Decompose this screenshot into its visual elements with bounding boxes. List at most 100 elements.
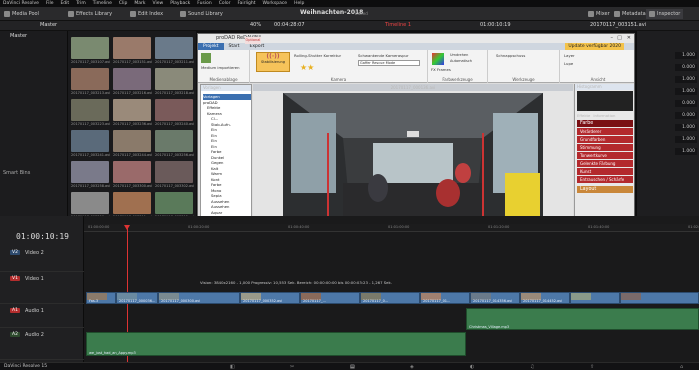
menu-color[interactable]: Color	[219, 1, 231, 6]
layout-header[interactable]: Layout	[577, 186, 633, 193]
media-thumbnail[interactable]: 20170117_003240.avi	[155, 99, 195, 129]
fairlight-page-icon[interactable]: ♫	[530, 364, 534, 370]
fx-item[interactable]: Kunst	[577, 168, 633, 175]
stabilization-button[interactable]: ((·)) Stabilisierung	[256, 52, 290, 72]
timeline-name[interactable]: Timeline 1	[385, 22, 411, 28]
audio-clip[interactable]: Christmas_Village.mp3	[466, 308, 699, 330]
smart-bins[interactable]: Smart Bins	[3, 170, 30, 176]
media-thumbnail[interactable]: 20170117_003302.avi	[155, 161, 195, 191]
mixer-button[interactable]: Mixer	[588, 9, 610, 19]
tab-effekte[interactable]: Effekte	[577, 113, 590, 118]
media-thumbnail[interactable]: 20170117_003256.avi	[155, 130, 195, 160]
video-clip[interactable]: 20170117_0...	[360, 292, 420, 304]
color-page-icon[interactable]: ◐	[470, 364, 474, 370]
media-thumbnail[interactable]: 20170117_003244.avi	[113, 130, 153, 160]
menu-timeline[interactable]: Timeline	[93, 1, 112, 6]
menu-fusion[interactable]: Fusion	[197, 1, 211, 6]
import-icon[interactable]	[201, 53, 211, 63]
media-thumbnail[interactable]: 20170117_003300.avi	[113, 161, 153, 191]
media-thumbnail[interactable]: 20170117_003216.avi	[113, 68, 153, 98]
inspector-value-field[interactable]: 0.000	[675, 111, 697, 119]
media-pool-button[interactable]: Media Pool	[4, 9, 39, 19]
media-thumbnail[interactable]: 20170117_003211.avi	[155, 37, 195, 67]
auto-button[interactable]: Automatisch	[450, 59, 472, 63]
fx-item[interactable]: Grundfarben	[577, 136, 633, 143]
menu-file[interactable]: File	[46, 1, 54, 6]
inspector-value-field[interactable]: 1.000	[675, 51, 697, 59]
fx-item[interactable]: Tonwertkurve	[577, 152, 633, 159]
timeline-ruler[interactable]: 01:00:00:00 01:00:20:00 01:00:40:00 01:01:0…	[84, 224, 699, 232]
layer-button[interactable]: Layer	[564, 53, 575, 58]
deliver-page-icon[interactable]: ⇪	[590, 364, 594, 370]
menu-view[interactable]: View	[153, 1, 164, 6]
menu-playback[interactable]: Playback	[170, 1, 190, 6]
minimize-icon[interactable]: –	[611, 34, 614, 43]
inspector-value-field[interactable]: 1.000	[675, 147, 697, 155]
media-thumbnail[interactable]: 20170117_003241.avi	[71, 130, 111, 160]
tab-export[interactable]: Export Optional	[244, 37, 270, 50]
master-bin[interactable]: Master	[10, 33, 27, 39]
inspector-value-field[interactable]: 0.000	[675, 63, 697, 71]
fusion-page-icon[interactable]: ◈	[410, 364, 414, 370]
snapshot-button[interactable]: Schnappschuss	[496, 53, 525, 58]
track-header[interactable]: V1 Video 1	[0, 274, 84, 304]
media-thumbnail[interactable]: 20170117_003223.avi	[71, 99, 111, 129]
edit-page-icon[interactable]: ▤	[350, 364, 355, 370]
track-header[interactable]: A2 Audio 2	[0, 330, 84, 360]
cut-page-icon[interactable]: ✂	[290, 364, 294, 370]
update-button[interactable]: Update verfügbar 2020	[565, 43, 624, 50]
menu-mark[interactable]: Mark	[134, 1, 145, 6]
menu-trim[interactable]: Trim	[76, 1, 86, 6]
inspector-value-field[interactable]: 1.000	[675, 87, 697, 95]
star-icon[interactable]: ★★	[300, 63, 314, 72]
media-thumbnail[interactable]: 20170117_003236.avi	[113, 99, 153, 129]
import-button[interactable]: Medium importieren	[201, 65, 240, 70]
media-thumbnail[interactable]: 20170117_003218.avi	[155, 68, 195, 98]
maximize-icon[interactable]: □	[617, 34, 622, 43]
fx-header[interactable]: Farbe	[577, 120, 633, 127]
effects-library-button[interactable]: Effects Library	[68, 9, 112, 19]
tab-projekt[interactable]: Projekt	[198, 43, 224, 50]
media-page-icon[interactable]: ◧	[230, 364, 235, 370]
zoom-mode-select[interactable]: Gaffer Rescue Mode	[358, 60, 420, 66]
video-clip[interactable]: 20170117_01...	[420, 292, 470, 304]
menu-edit[interactable]: Edit	[60, 1, 69, 6]
fx-frames-button[interactable]: FX Frames	[431, 67, 451, 72]
close-icon[interactable]: ✕	[627, 34, 631, 43]
inspector-value-field[interactable]: 1.000	[675, 75, 697, 83]
audio-clip[interactable]: we_just_had_an_Appy.mp3	[86, 332, 466, 356]
video-clip[interactable]	[570, 292, 620, 304]
fx-frames-icon[interactable]	[432, 53, 444, 65]
menu-app[interactable]: DaVinci Resolve	[3, 1, 39, 6]
fx-item[interactable]: Stimmung	[577, 144, 633, 151]
track-header[interactable]: A1 Audio 1	[0, 306, 84, 328]
media-thumbnail[interactable]: 20170117_003151.avi	[113, 37, 153, 67]
media-thumbnail[interactable]: 20170117_003107.avi	[71, 37, 111, 67]
video-clip[interactable]	[620, 292, 699, 304]
bin-name[interactable]: Master	[40, 22, 57, 28]
video-clip[interactable]: 20170117_000036...	[116, 292, 158, 304]
menu-workspace[interactable]: Workspace	[262, 1, 287, 6]
fx-item[interactable]: Gelenkte Färbung	[577, 160, 633, 167]
media-thumbnail[interactable]: 20170117_003258.avi	[71, 161, 111, 191]
video-clip[interactable]: 20170117_000352.avi	[240, 292, 300, 304]
media-thumbnail[interactable]: 20170117_003213.avi	[71, 68, 111, 98]
sound-library-button[interactable]: Sound Library	[180, 9, 223, 19]
video-clip[interactable]: 20170117_014356.avi	[470, 292, 520, 304]
fx-item[interactable]: Entrauschen / Schärfe	[577, 176, 633, 183]
menu-fairlight[interactable]: Fairlight	[237, 1, 255, 6]
inspector-value-field[interactable]: 1.000	[675, 123, 697, 131]
menu-clip[interactable]: Clip	[119, 1, 128, 6]
inspector-value-field[interactable]: 0.000	[675, 99, 697, 107]
tab-information[interactable]: Information	[593, 113, 615, 118]
home-icon[interactable]: ⌂	[680, 364, 683, 370]
video-clip[interactable]: 20170117_014452.avi	[520, 292, 570, 304]
video-clip[interactable]: Fas-3	[86, 292, 116, 304]
viewer-zoom[interactable]: 40%	[250, 22, 261, 28]
metadata-button[interactable]: Metadata	[614, 9, 646, 19]
video-clip[interactable]: 20170117_...	[300, 292, 360, 304]
track-header[interactable]: V2 Video 2	[0, 248, 84, 272]
inspector-value-field[interactable]: 1.000	[675, 135, 697, 143]
inspector-button[interactable]: Inspector	[646, 9, 684, 19]
tab-start[interactable]: Start	[224, 43, 245, 50]
